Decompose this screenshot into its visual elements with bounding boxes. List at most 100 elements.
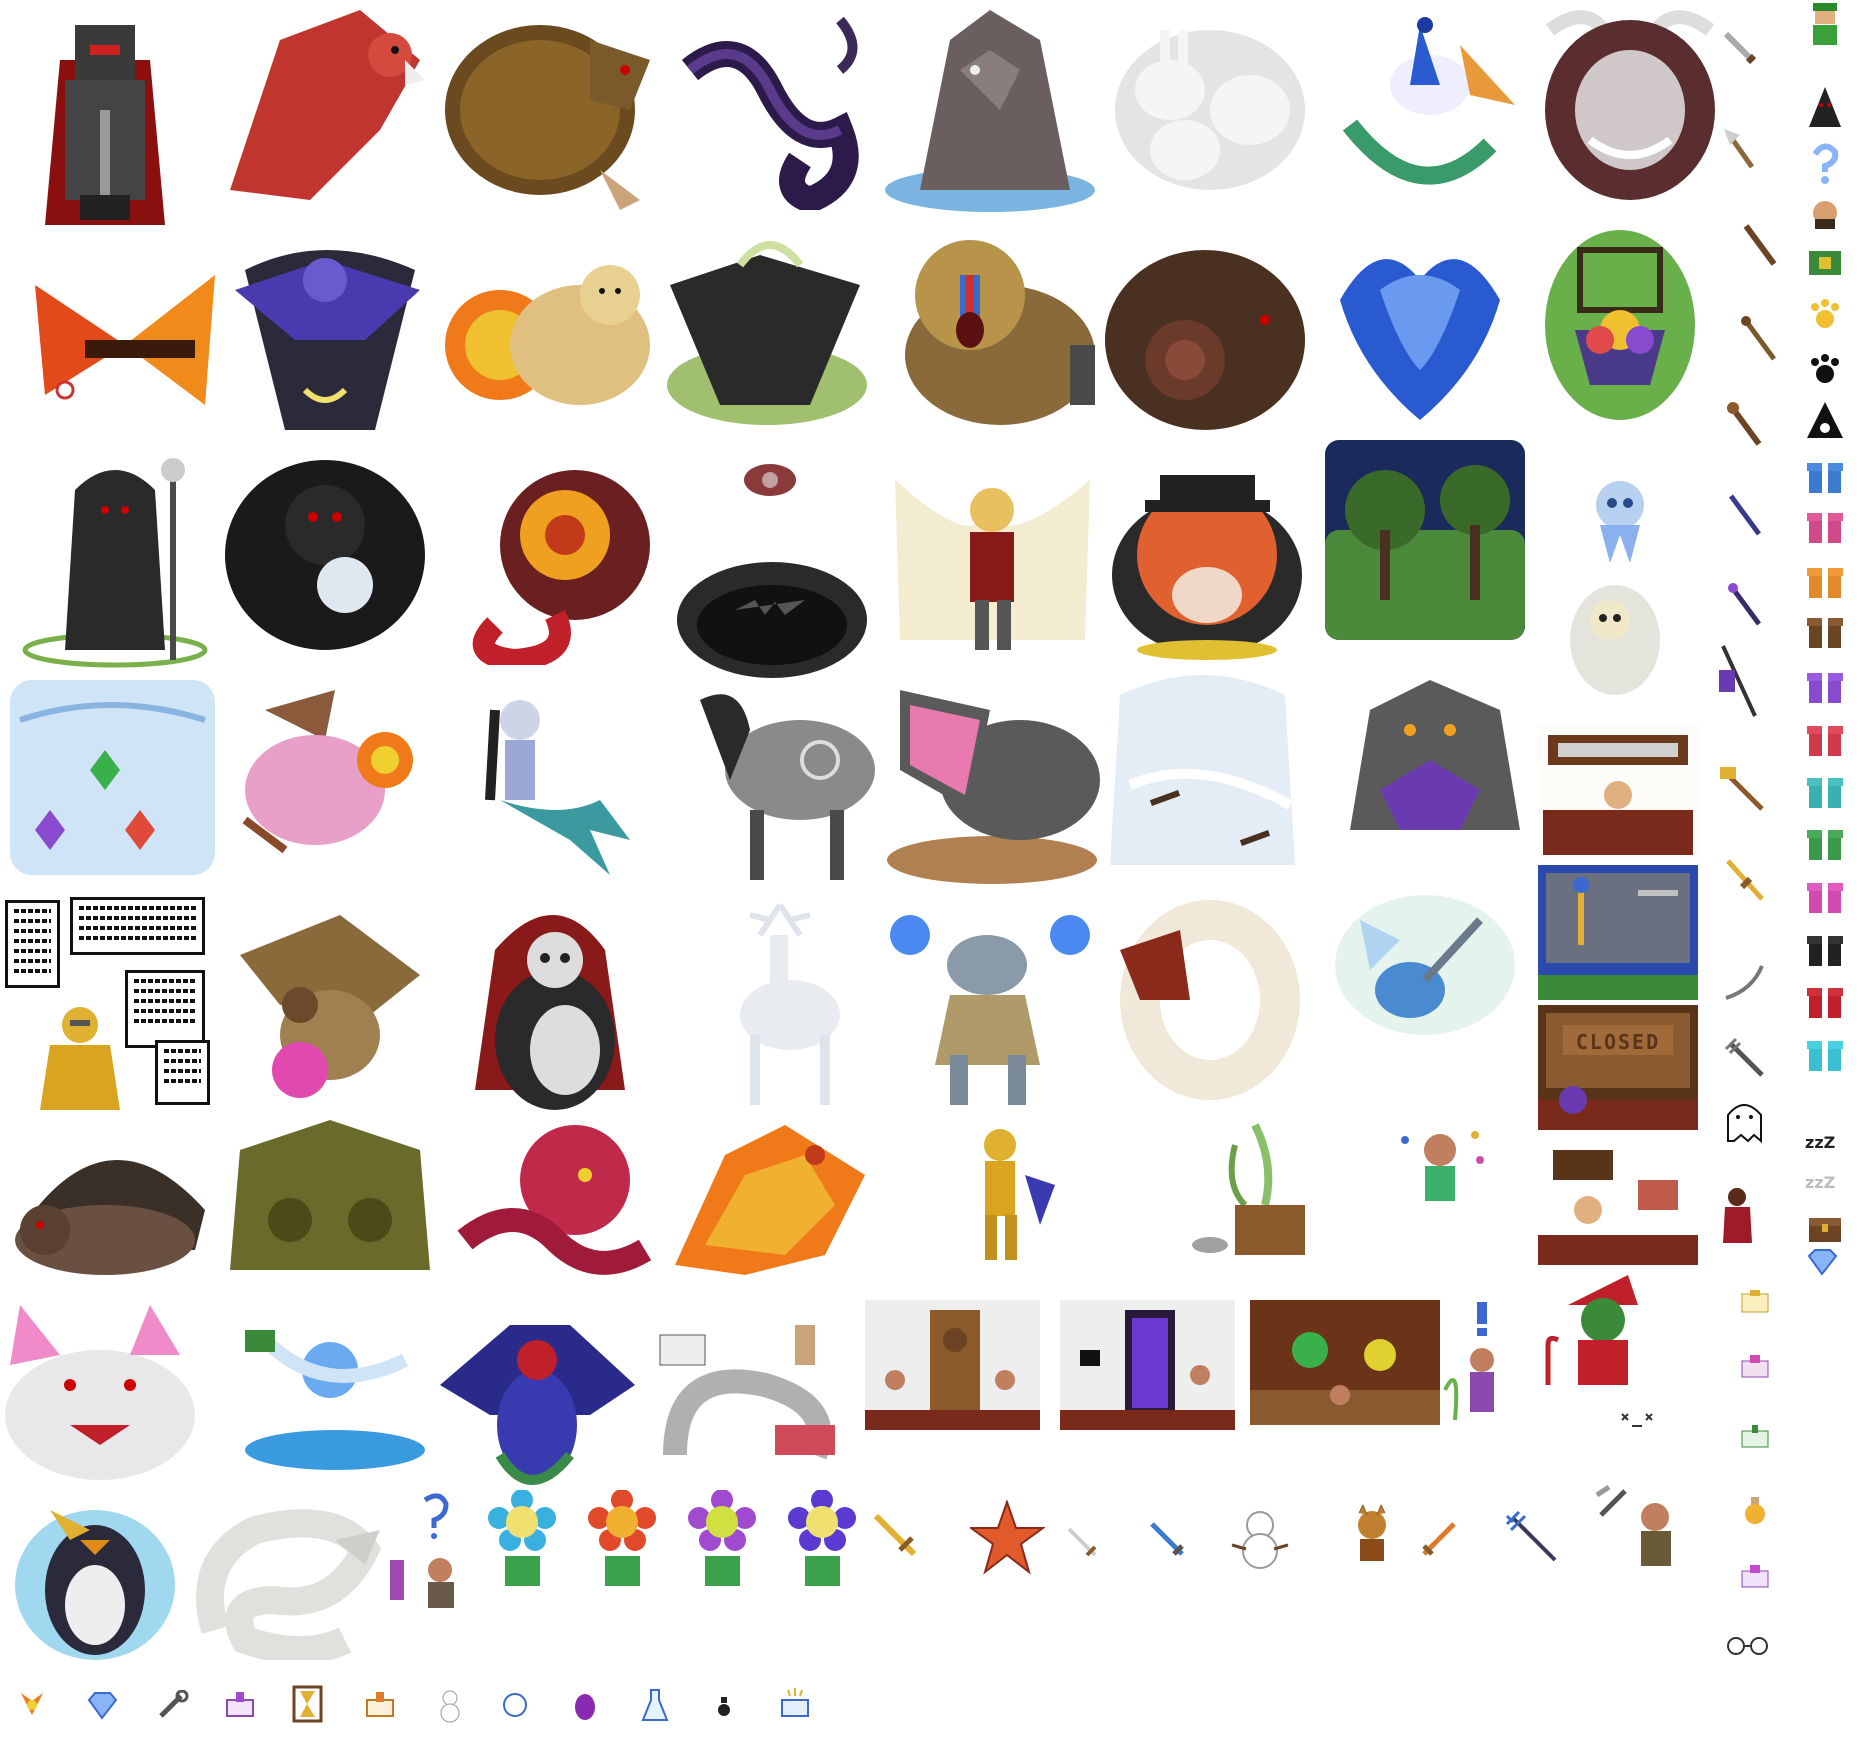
grub-larva-sprite	[1100, 890, 1300, 1105]
closed-sign-text: CLOSED	[1575, 1030, 1661, 1054]
tiny-bottle-icon	[715, 1695, 733, 1717]
hamster-gangster-sprite	[1105, 445, 1310, 660]
white-bunnies-sprite	[1110, 10, 1310, 200]
egg-basket-sprite	[1540, 220, 1700, 425]
black-paw-badge-icon	[1805, 400, 1845, 440]
gift-brown-icon	[1805, 610, 1845, 650]
shadow-serpent-sprite	[680, 10, 865, 210]
wrench-icon	[155, 1690, 190, 1720]
letter-yellow-icon	[1740, 1290, 1770, 1315]
santa-goblin-sprite	[1538, 1265, 1668, 1390]
potted-flower-blue-sprite	[485, 1490, 560, 1590]
weapon-shop-sprite	[1538, 725, 1698, 860]
golden-sword-icon	[1722, 855, 1767, 905]
golden-warrior-sprite	[945, 1115, 1065, 1265]
diamond-gem-icon	[1805, 1248, 1840, 1276]
treasure-chest-icon	[1805, 1210, 1845, 1245]
mail-sparkle-icon	[780, 1688, 810, 1720]
ghost-icon	[1722, 1095, 1767, 1145]
black-paw-icon	[1805, 350, 1845, 390]
gift-cyan-icon	[1805, 1033, 1845, 1073]
bearded-head-icon	[1805, 195, 1845, 235]
stable-scene-sprite	[1250, 1300, 1440, 1425]
axolotl-wizard-sprite	[225, 680, 430, 880]
golden-knight-sprite	[10, 1000, 150, 1115]
flask-icon	[640, 1688, 670, 1723]
dark-pit-sprite	[675, 560, 870, 680]
butterfly-wind-sprite	[10, 680, 215, 875]
spear-icon	[1740, 315, 1780, 365]
hippo-sprite	[880, 670, 1105, 885]
horned-demon-sprite	[1530, 0, 1730, 215]
red-maiden-icon	[1720, 1185, 1755, 1245]
empty-ring-icon	[500, 1690, 530, 1720]
armored-knight-sprite	[20, 0, 190, 225]
potted-flower-violet-sprite	[785, 1490, 860, 1590]
gift-purple-icon	[1805, 665, 1845, 705]
frog-shaman-sprite	[880, 895, 1095, 1110]
grim-reaper-sprite	[15, 450, 215, 670]
herb-basket-sprite	[1185, 1115, 1320, 1265]
mermaid-sprite	[440, 690, 640, 880]
ice-penguin-sprite	[10, 1490, 180, 1665]
red-parrot-sprite	[220, 0, 435, 215]
gift-magenta-icon	[1805, 875, 1845, 915]
halberd-icon	[1720, 125, 1760, 175]
white-serpent-sprite	[185, 1490, 385, 1660]
letter-green-icon	[1740, 1425, 1770, 1450]
speech-bubble-4	[155, 1040, 210, 1105]
dizzy-face-icon	[1620, 1410, 1655, 1430]
mail-purple-icon	[225, 1690, 255, 1720]
dagger-icon	[1065, 1525, 1100, 1560]
gift-teal-icon	[1805, 770, 1845, 810]
money-chest-icon	[1805, 245, 1845, 280]
blue-skull-spirit-sprite	[1585, 475, 1655, 565]
purple-egg-icon	[570, 1688, 600, 1723]
stone-dragon-sprite	[880, 0, 1105, 215]
sprite-sheet: CLOSED zzZ zzZ	[0, 0, 1863, 1738]
gift-orange-icon	[1805, 560, 1845, 600]
night-owl-sprite	[225, 230, 430, 440]
rose-bear-sprite	[1105, 230, 1310, 435]
rainbow-rooster-sprite	[430, 1305, 645, 1500]
sword-icon	[1720, 28, 1760, 68]
gem-icon	[85, 1690, 120, 1720]
mandrill-sprite	[890, 225, 1100, 435]
traveler-question-sprite	[380, 1490, 470, 1610]
speech-bubble-2	[70, 897, 205, 955]
armadillo-beast-sprite	[440, 0, 655, 215]
small-meat-sprite	[740, 460, 800, 500]
peacock-sprite	[1320, 5, 1520, 215]
crystal-golem-sprite	[1330, 670, 1530, 860]
haunted-forest-sprite	[1325, 440, 1525, 640]
gift-red-icon	[1805, 718, 1845, 758]
red-hooded-ferret-sprite	[455, 890, 640, 1115]
dark-dragon-sprite	[660, 225, 875, 435]
lantern-staff-icon	[1715, 640, 1760, 720]
snow-figure-icon	[435, 1688, 465, 1723]
potted-flower-red-sprite	[585, 1490, 660, 1590]
gift-green-icon	[1805, 822, 1845, 862]
wand-icon	[1725, 400, 1765, 450]
staff-icon	[1740, 220, 1780, 270]
trident-icon	[1505, 1510, 1560, 1565]
fire-sword-icon	[1420, 1520, 1460, 1560]
sleep-text-dim: zzZ	[1805, 1173, 1836, 1192]
wizard-shop-sprite	[1538, 865, 1698, 1000]
broom-wand-icon	[1725, 490, 1765, 540]
purple-wand-icon	[1725, 580, 1765, 630]
wildcat-warrior-sprite	[1345, 1505, 1400, 1565]
potted-flower-purple-sprite	[685, 1490, 760, 1590]
portal-door-scene-sprite	[1060, 1300, 1235, 1430]
hooded-figure-icon	[1805, 85, 1845, 130]
glowing-paw-icon	[1805, 295, 1845, 335]
scimitar-icon	[1722, 960, 1767, 1005]
blue-spirit-sprite	[1320, 220, 1520, 435]
confetti-wizard-sprite	[1385, 1120, 1495, 1205]
swamp-beast-sprite	[220, 1110, 440, 1285]
hawk-sprite	[220, 895, 435, 1115]
white-stag-sprite	[700, 895, 860, 1110]
sleep-text: zzZ	[1805, 1133, 1836, 1152]
golden-pickaxe-icon	[870, 1510, 920, 1560]
letter-purple-icon	[1740, 1565, 1770, 1590]
